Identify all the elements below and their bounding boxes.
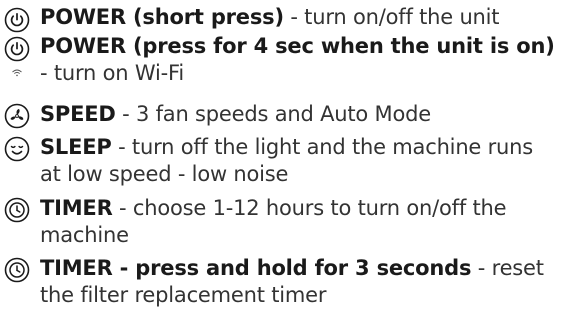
item-label: TIMER - press and hold for 3 seconds	[40, 256, 472, 280]
item-text: SPEED - 3 fan speeds and Auto Mode	[40, 101, 556, 128]
sleep-icon	[4, 136, 30, 162]
item-label: SPEED	[40, 102, 116, 126]
item-text: TIMER - choose 1-12 hours to turn on/off…	[40, 195, 556, 249]
power-icon	[4, 36, 30, 62]
power-icon	[4, 7, 30, 33]
item-description: - turn on/off the unit	[283, 5, 500, 29]
item-label: POWER (short press)	[40, 5, 284, 29]
timer-icon	[4, 197, 30, 223]
item-label: TIMER	[40, 196, 113, 220]
item-description: - 3 fan speeds and Auto Mode	[115, 102, 431, 126]
item-text: TIMER - press and hold for 3 seconds - r…	[40, 255, 556, 309]
item-text: POWER (press for 4 sec when the unit is …	[40, 33, 556, 87]
item-text: SLEEP - turn off the light and the machi…	[40, 134, 556, 188]
fan-icon	[4, 103, 30, 129]
timer-icon	[4, 257, 30, 283]
item-label: POWER (press for 4 sec when the unit is …	[40, 34, 555, 58]
item-label: SLEEP	[40, 135, 112, 159]
item-text: POWER (short press) - turn on/off the un…	[40, 4, 556, 31]
item-description: - turn on Wi-Fi	[40, 61, 184, 85]
item-description: - turn off the light and the machine run…	[40, 135, 534, 186]
wifi-icon	[11, 68, 23, 77]
